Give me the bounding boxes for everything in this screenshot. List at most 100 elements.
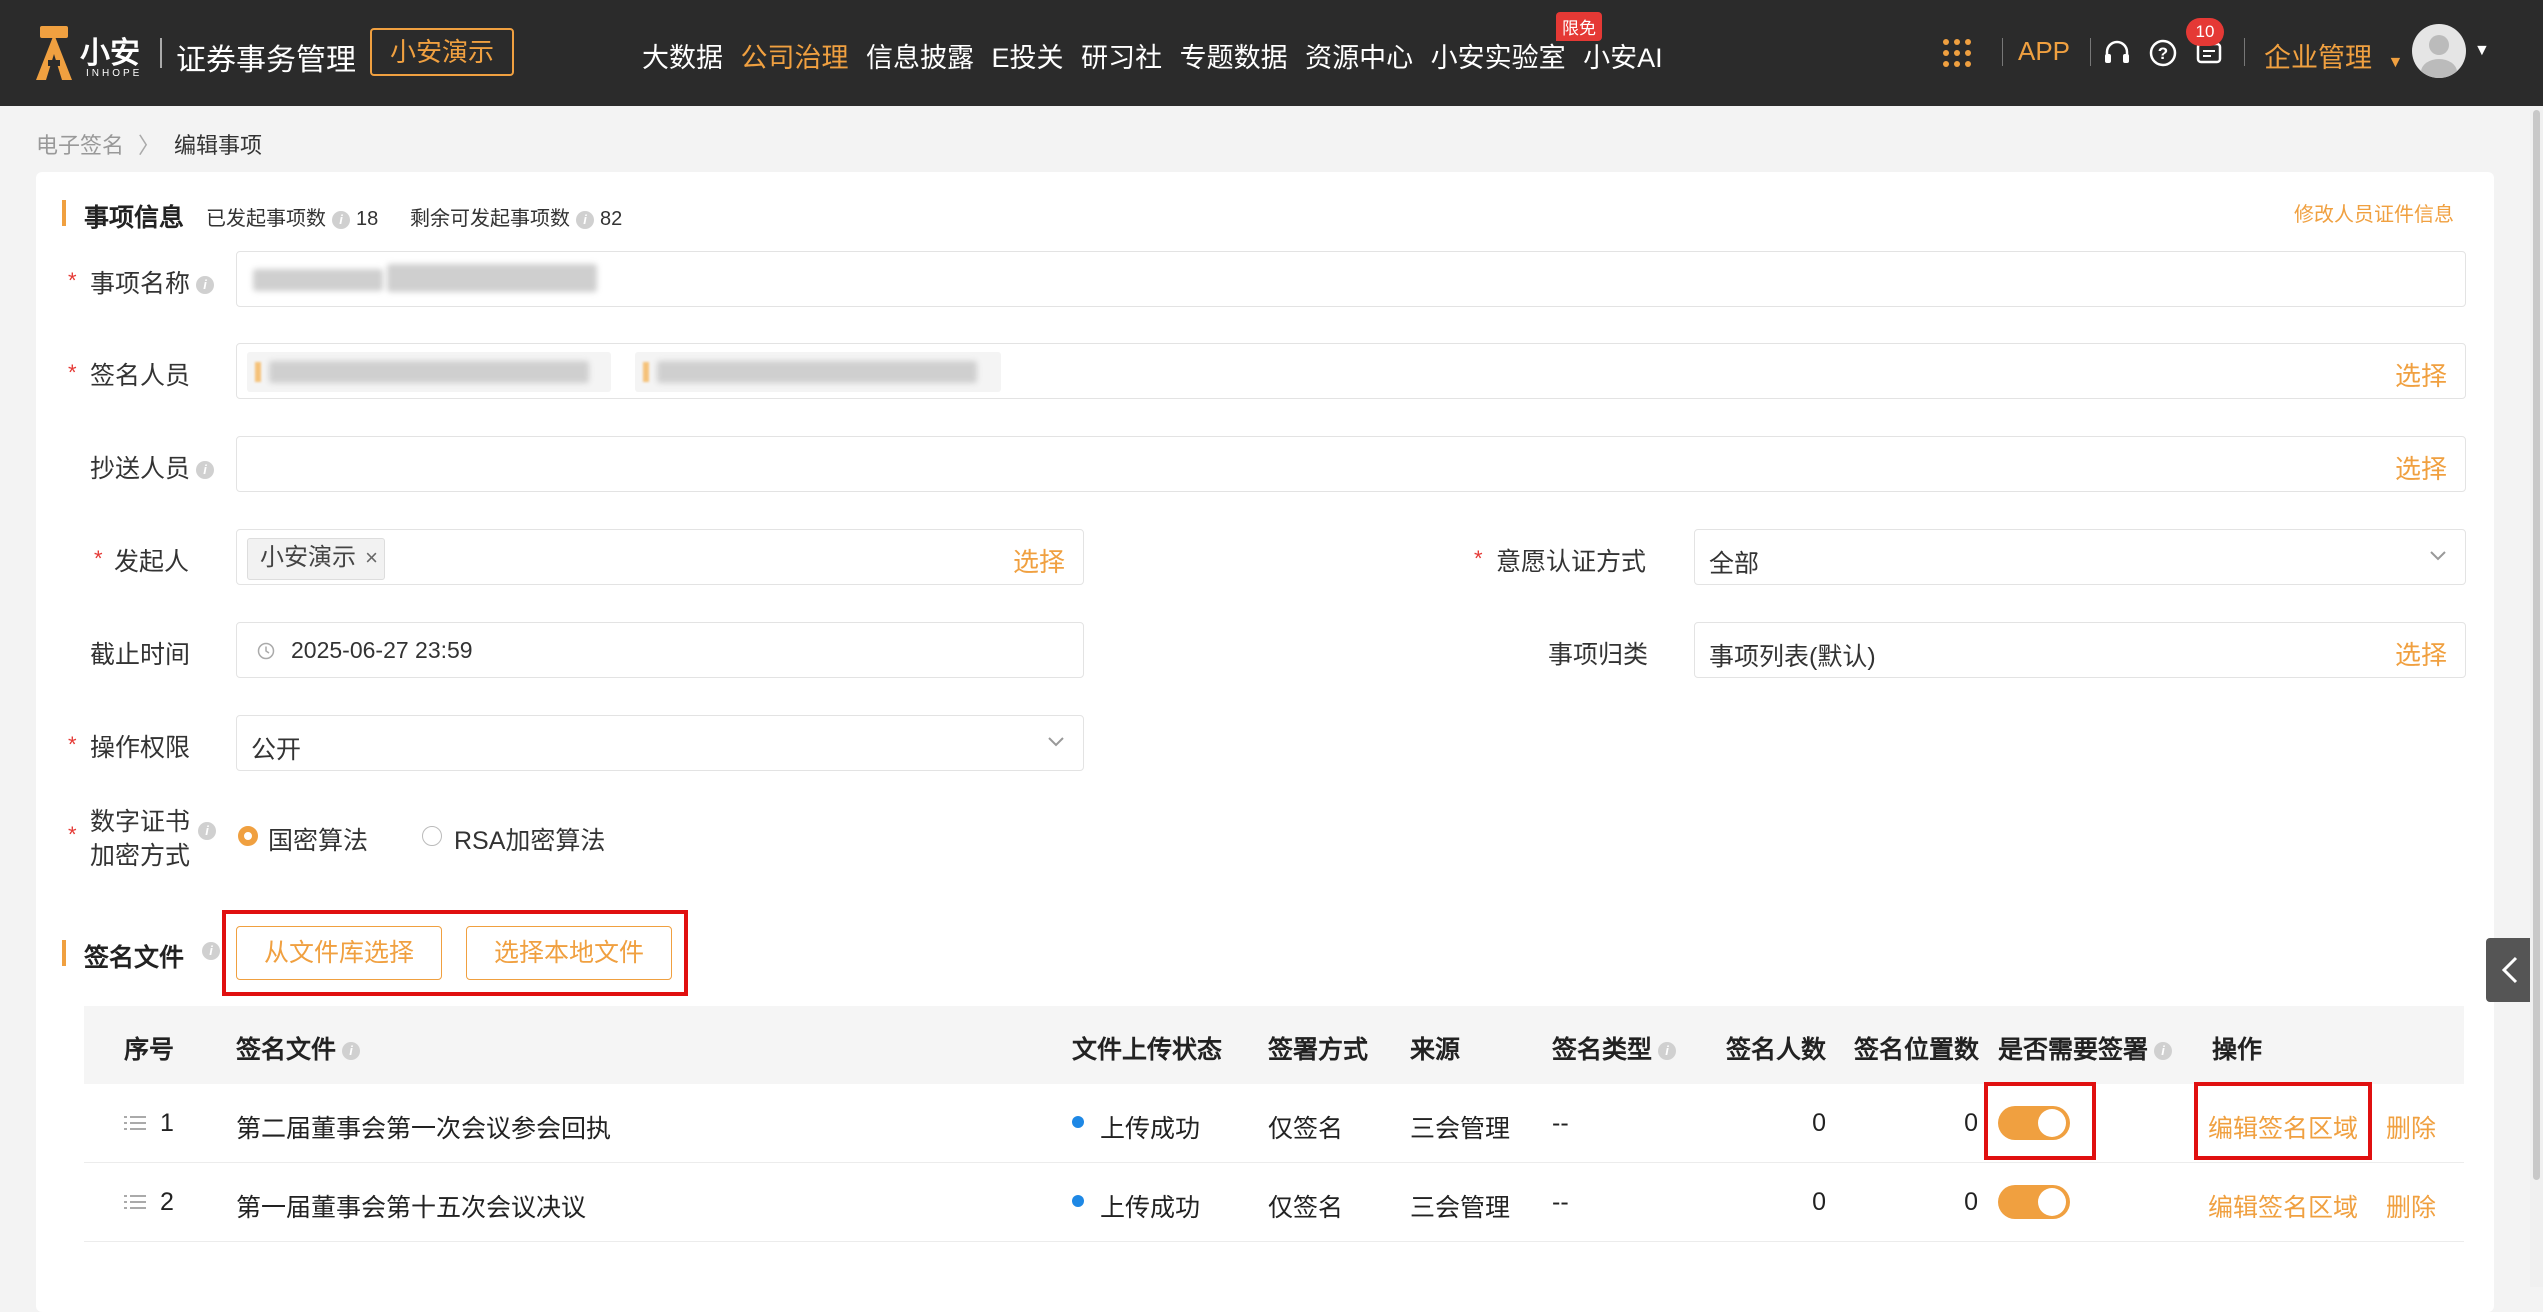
category-select-link[interactable]: 选择 (2395, 635, 2447, 672)
permission-select[interactable]: 公开 (236, 715, 1084, 771)
info-icon[interactable]: i (198, 822, 216, 840)
highlight-box (1984, 1082, 2096, 1160)
signers-label-text: 签名人员 (90, 362, 191, 390)
col-need-sign-text: 是否需要签署 (1998, 1036, 2149, 1064)
nav-item-ai[interactable]: 小安AI (1583, 43, 1663, 73)
scrollbar-thumb[interactable] (2533, 110, 2540, 1180)
delete-link[interactable]: 删除 (2386, 1188, 2436, 1224)
org-menu-label: 企业管理 (2264, 43, 2372, 73)
breadcrumb-parent[interactable]: 电子签名 (36, 133, 124, 158)
apps-grid-icon[interactable] (1942, 38, 1972, 68)
info-icon[interactable]: i (2154, 1042, 2173, 1061)
redacted-text (253, 269, 383, 291)
row-signer-count: 0 (1812, 1188, 1826, 1216)
permission-value: 公开 (251, 736, 302, 764)
need-sign-toggle[interactable] (1998, 1185, 2070, 1219)
auth-value: 全部 (1709, 550, 1760, 578)
category-input[interactable]: 事项列表(默认) 选择 (1694, 622, 2466, 678)
info-icon[interactable]: i (332, 210, 350, 229)
nav-item-study[interactable]: 研习社 (1081, 43, 1162, 73)
highlight-box (2194, 1082, 2372, 1160)
section-marker (62, 940, 66, 966)
col-signer-count: 签名人数 (1726, 1036, 1827, 1064)
cert-label: 数字证书 加密方式 (90, 805, 190, 873)
nav-item-governance[interactable]: 公司治理 (741, 43, 849, 73)
row-status: 上传成功 (1100, 1194, 1201, 1222)
row-source: 三会管理 (1410, 1194, 1511, 1222)
help-icon[interactable]: ? (2148, 38, 2178, 68)
headset-icon[interactable] (2102, 38, 2132, 68)
nav-item-resources[interactable]: 资源中心 (1305, 43, 1413, 73)
tenant-button[interactable]: 小安演示 (370, 28, 514, 76)
category-label: 事项归类 (1548, 641, 1649, 669)
rsa-algorithm-label[interactable]: RSA加密算法 (454, 821, 605, 857)
info-icon[interactable]: i (196, 276, 215, 295)
col-sign-type-text: 签名类型 (1552, 1036, 1653, 1064)
info-icon[interactable]: i (1658, 1042, 1677, 1061)
info-icon[interactable]: i (342, 1042, 361, 1061)
radio-rsa-algorithm[interactable] (422, 826, 442, 846)
info-section-title: 事项信息 (84, 204, 185, 232)
initiator-input[interactable]: 小安演示 × 选择 (236, 529, 1084, 585)
row-divider (84, 1162, 2464, 1163)
signers-input[interactable]: 选择 (236, 343, 2466, 399)
info-icon[interactable]: i (576, 210, 594, 229)
nav-item-disclosure[interactable]: 信息披露 (866, 43, 974, 73)
files-section-title: 签名文件 (84, 944, 185, 972)
deadline-input[interactable]: 2025-06-27 23:59 (236, 622, 1084, 678)
col-actions: 操作 (2212, 1036, 2263, 1064)
status-dot (1072, 1195, 1084, 1207)
app-link[interactable]: APP (2018, 36, 2070, 67)
nav-item-bigdata[interactable]: 大数据 (642, 43, 723, 73)
permission-label: 操作权限 (90, 734, 191, 762)
chevron-right-icon: 〉 (138, 133, 161, 158)
radio-sm-algorithm[interactable] (238, 826, 258, 846)
col-need-sign: 是否需要签署 i (1998, 1030, 2178, 1066)
user-icon (2421, 35, 2457, 78)
col-sign-type: 签名类型 i (1552, 1030, 1682, 1066)
cc-input[interactable]: 选择 (236, 436, 2466, 492)
nav-item-e-ir[interactable]: E投关 (992, 43, 1064, 73)
edit-id-info-link[interactable]: 修改人员证件信息 (2294, 198, 2454, 227)
initiator-label: 发起人 (114, 548, 190, 576)
nav-item-topics[interactable]: 专题数据 (1180, 43, 1288, 73)
edit-sign-area-link[interactable]: 编辑签名区域 (2208, 1188, 2358, 1224)
col-index: 序号 (124, 1036, 175, 1064)
cc-select-link[interactable]: 选择 (2395, 449, 2447, 486)
name-input[interactable] (236, 251, 2466, 307)
signer-chip[interactable] (635, 352, 1001, 392)
cert-label-line2: 加密方式 (90, 842, 191, 870)
row-index: 2 (160, 1188, 174, 1216)
info-icon[interactable]: i (202, 942, 220, 960)
auth-select[interactable]: 全部 (1694, 529, 2466, 585)
top-bar: 小安 INHOPE 证券事务管理 小安演示 大数据 公司治理 信息披露 E投关 … (0, 0, 2543, 106)
drag-handle-icon[interactable] (124, 1115, 146, 1131)
drag-handle-icon[interactable] (124, 1194, 146, 1210)
sm-algorithm-label[interactable]: 国密算法 (268, 821, 368, 857)
delete-link[interactable]: 删除 (2386, 1109, 2436, 1145)
remaining-count: 剩余可发起事项数 i 82 (410, 202, 622, 231)
cc-label: 抄送人员 i (90, 449, 220, 485)
avatar[interactable] (2412, 24, 2466, 78)
signers-select-link[interactable]: 选择 (2395, 356, 2447, 393)
signer-chip[interactable] (247, 352, 611, 392)
row-signer-count: 0 (1812, 1109, 1826, 1137)
close-icon[interactable]: × (365, 539, 378, 577)
nav-item-lab[interactable]: 小安实验室 (1431, 43, 1566, 73)
org-menu[interactable]: 企业管理 ▼ (2264, 36, 2403, 75)
col-position-count: 签名位置数 (1854, 1036, 1980, 1064)
initiator-select-link[interactable]: 选择 (1013, 542, 1065, 579)
redacted-text (269, 361, 589, 383)
toggle-knob (2038, 1188, 2066, 1216)
redacted-mark (255, 362, 261, 382)
info-icon[interactable]: i (196, 461, 215, 480)
row-method: 仅签名 (1268, 1194, 1344, 1222)
deadline-label: 截止时间 (90, 641, 191, 669)
cert-label-line1: 数字证书 (90, 808, 191, 836)
avatar-caret-icon[interactable]: ▼ (2474, 42, 2490, 60)
remaining-value: 82 (600, 208, 623, 230)
cc-label-text: 抄送人员 (90, 455, 191, 483)
issued-value: 18 (356, 208, 379, 230)
col-source: 来源 (1410, 1036, 1461, 1064)
side-panel-toggle[interactable] (2486, 938, 2534, 1002)
